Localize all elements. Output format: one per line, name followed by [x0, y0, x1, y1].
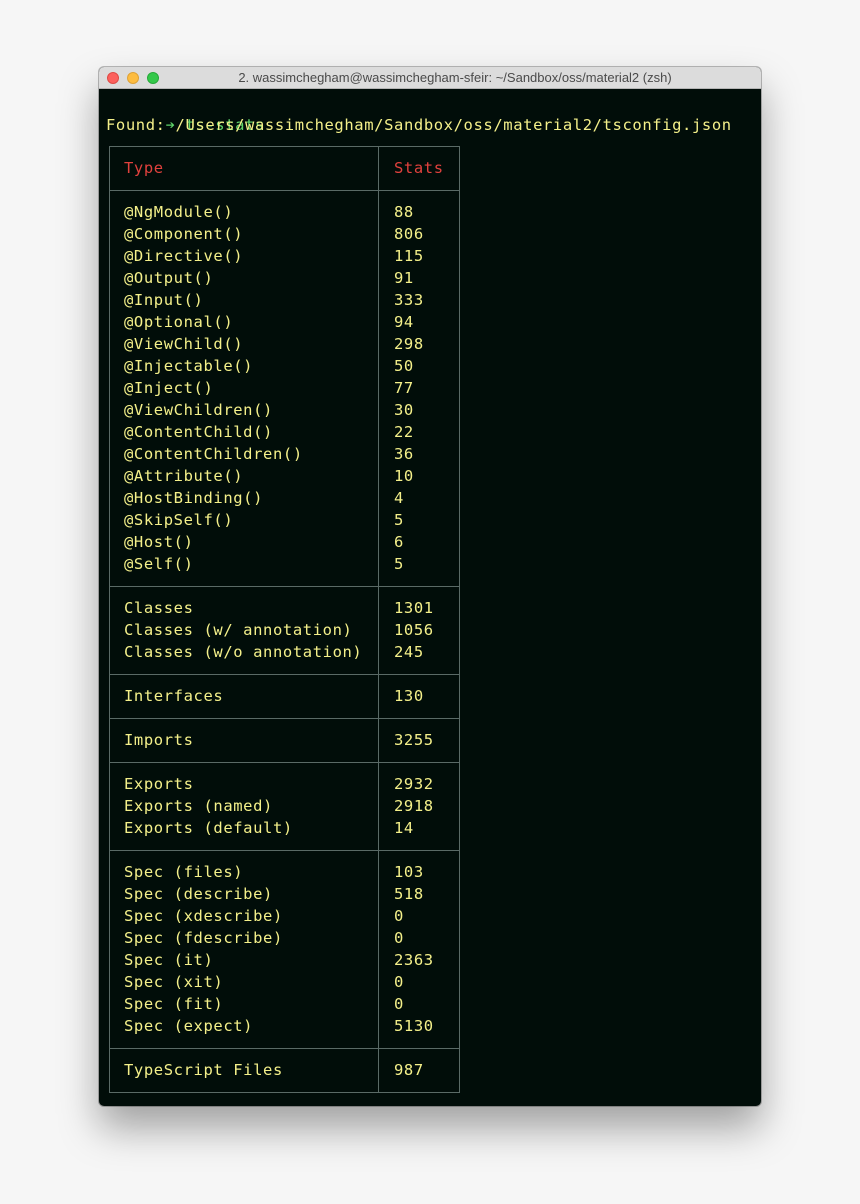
row-type: @Injectable(): [124, 357, 254, 375]
row-stats: 6: [394, 533, 404, 551]
row-type: Classes: [124, 599, 194, 617]
found-config-line: Found: /Users/wassimchegham/Sandbox/oss/…: [106, 116, 732, 134]
row-stats: 0: [394, 995, 404, 1013]
row-type: Spec (it): [124, 951, 214, 969]
row-stats: 2918: [394, 797, 434, 815]
table-border: [109, 586, 460, 587]
row-type: Spec (expect): [124, 1017, 254, 1035]
terminal-output[interactable]: ➔ ts-stats Found: /Users/wassimchegham/S…: [99, 89, 761, 1106]
row-stats: 88: [394, 203, 414, 221]
row-stats: 130: [394, 687, 424, 705]
row-type: @Directive(): [124, 247, 244, 265]
row-stats: 14: [394, 819, 414, 837]
row-stats: 94: [394, 313, 414, 331]
terminal-window: 2. wassimchegham@wassimchegham-sfeir: ~/…: [99, 67, 761, 1106]
table-border: [109, 1092, 460, 1093]
table-border: [109, 190, 460, 191]
prompt-line: ➔ ts-stats: [106, 92, 265, 134]
row-stats: 115: [394, 247, 424, 265]
row-type: @NgModule(): [124, 203, 234, 221]
row-type: @ContentChild(): [124, 423, 273, 441]
row-type: Spec (files): [124, 863, 244, 881]
row-stats: 36: [394, 445, 414, 463]
row-type: Exports (named): [124, 797, 273, 815]
header-stats: Stats: [394, 159, 444, 177]
row-stats: 3255: [394, 731, 434, 749]
row-type: Exports (default): [124, 819, 293, 837]
row-type: Spec (describe): [124, 885, 273, 903]
row-stats: 1301: [394, 599, 434, 617]
row-stats: 5: [394, 511, 404, 529]
title-bar[interactable]: 2. wassimchegham@wassimchegham-sfeir: ~/…: [99, 67, 761, 89]
row-stats: 806: [394, 225, 424, 243]
row-stats: 5: [394, 555, 404, 573]
row-stats: 2363: [394, 951, 434, 969]
row-stats: 0: [394, 929, 404, 947]
row-stats: 30: [394, 401, 414, 419]
row-stats: 987: [394, 1061, 424, 1079]
row-type: @Self(): [124, 555, 194, 573]
row-type: Classes (w/o annotation): [124, 643, 363, 661]
row-stats: 333: [394, 291, 424, 309]
table-border: [378, 146, 379, 1093]
table-border: [109, 146, 460, 147]
row-type: Imports: [124, 731, 194, 749]
row-stats: 0: [394, 973, 404, 991]
row-stats: 298: [394, 335, 424, 353]
row-type: @ViewChild(): [124, 335, 244, 353]
row-type: @Attribute(): [124, 467, 244, 485]
row-type: Interfaces: [124, 687, 224, 705]
row-type: @ContentChildren(): [124, 445, 303, 463]
row-stats: 1056: [394, 621, 434, 639]
row-stats: 91: [394, 269, 414, 287]
row-stats: 22: [394, 423, 414, 441]
row-type: Spec (xdescribe): [124, 907, 283, 925]
header-type: Type: [124, 159, 164, 177]
row-type: TypeScript Files: [124, 1061, 283, 1079]
table-border: [109, 674, 460, 675]
table-border: [109, 718, 460, 719]
row-type: @Optional(): [124, 313, 234, 331]
row-type: @Input(): [124, 291, 204, 309]
row-type: @Inject(): [124, 379, 214, 397]
row-type: @Output(): [124, 269, 214, 287]
table-border: [109, 762, 460, 763]
row-stats: 50: [394, 357, 414, 375]
row-type: Spec (fdescribe): [124, 929, 283, 947]
row-stats: 0: [394, 907, 404, 925]
row-type: @SkipSelf(): [124, 511, 234, 529]
row-type: @Host(): [124, 533, 194, 551]
row-stats: 4: [394, 489, 404, 507]
row-type: @HostBinding(): [124, 489, 264, 507]
row-stats: 245: [394, 643, 424, 661]
row-stats: 77: [394, 379, 414, 397]
row-type: Spec (fit): [124, 995, 224, 1013]
row-stats: 518: [394, 885, 424, 903]
stats-table: Type Stats @NgModule() 88 @Component() 806 @Di…: [109, 146, 460, 1093]
row-stats: 5130: [394, 1017, 434, 1035]
row-type: Spec (xit): [124, 973, 224, 991]
row-stats: 2932: [394, 775, 434, 793]
row-stats: 10: [394, 467, 414, 485]
table-border: [109, 1048, 460, 1049]
row-type: @Component(): [124, 225, 244, 243]
table-border: [459, 146, 460, 1093]
row-type: @ViewChildren(): [124, 401, 273, 419]
table-border: [109, 146, 110, 1093]
row-type: Classes (w/ annotation): [124, 621, 353, 639]
table-border: [109, 850, 460, 851]
row-stats: 103: [394, 863, 424, 881]
row-type: Exports: [124, 775, 194, 793]
window-title: 2. wassimchegham@wassimchegham-sfeir: ~/…: [238, 70, 672, 85]
